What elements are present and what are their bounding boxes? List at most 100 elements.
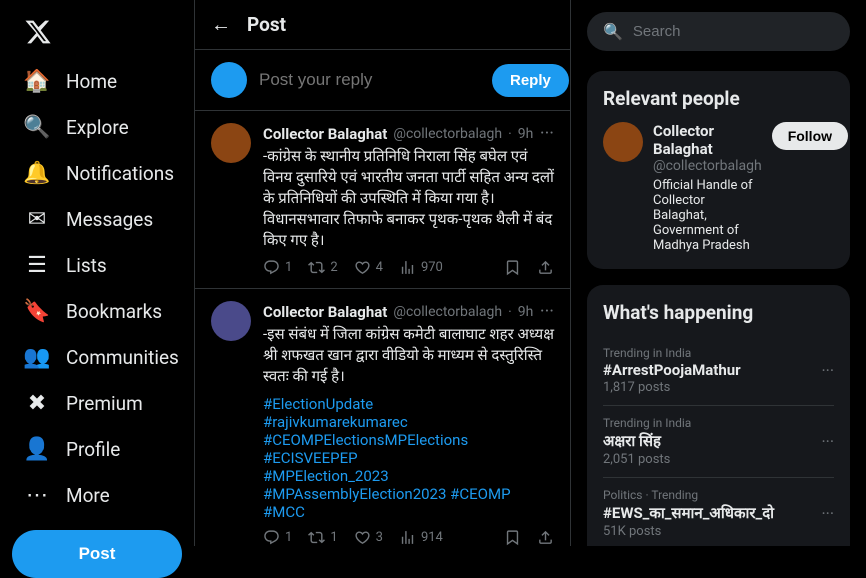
- communities-icon: 👥: [24, 344, 50, 370]
- sidebar-label-premium: Premium: [66, 392, 143, 415]
- search-bar[interactable]: 🔍: [587, 12, 850, 51]
- retweet-action[interactable]: 2: [308, 259, 337, 276]
- like-action[interactable]: 4: [354, 259, 383, 276]
- trend-more-icon[interactable]: ···: [821, 432, 834, 451]
- hashtag[interactable]: #CEOMPElectionsMPElections: [263, 431, 554, 449]
- sidebar-item-more[interactable]: ⋯ More: [12, 472, 182, 518]
- sidebar-item-premium[interactable]: ✖ Premium: [12, 380, 182, 426]
- main-header: ← Post: [195, 0, 570, 50]
- hashtag[interactable]: #rajivkumarekumarec: [263, 413, 554, 431]
- trend-topic: #ArrestPoojaMathur: [603, 361, 741, 379]
- share-action[interactable]: [537, 259, 554, 276]
- trend-item[interactable]: Trending in India #ArrestPoojaMathur 1,8…: [603, 336, 834, 406]
- trend-more-icon[interactable]: ···: [821, 361, 834, 380]
- reply-button[interactable]: Reply: [492, 64, 569, 97]
- sidebar-label-messages: Messages: [66, 208, 153, 231]
- search-input[interactable]: [633, 23, 834, 40]
- tweet-card: Collector Balaghat @collectorbalagh · 9h…: [195, 289, 570, 546]
- tweet-text: -कांग्रेस के स्थानीय प्रतिनिधि निराला सि…: [263, 146, 554, 251]
- sidebar-label-more: More: [66, 484, 110, 507]
- reply-count: 1: [285, 530, 292, 545]
- sidebar-item-messages[interactable]: ✉ Messages: [12, 196, 182, 242]
- tweet-card: Collector Balaghat @collectorbalagh · 9h…: [195, 111, 570, 289]
- trend-content: Politics · Trending #EWS_का_समान_अधिकार_…: [603, 488, 774, 539]
- views-count: 914: [421, 530, 443, 545]
- retweet-action[interactable]: 1: [308, 529, 337, 546]
- reply-box: Reply: [195, 50, 570, 111]
- sidebar-item-profile[interactable]: 👤 Profile: [12, 426, 182, 472]
- sidebar-item-communities[interactable]: 👥 Communities: [12, 334, 182, 380]
- x-logo[interactable]: [12, 8, 182, 54]
- sidebar-nav: 🏠 Home 🔍 Explore 🔔 Notifications ✉ Messa…: [12, 58, 182, 518]
- explore-icon: 🔍: [24, 114, 50, 140]
- tweet-avatar: [211, 301, 251, 341]
- share-action[interactable]: [537, 529, 554, 546]
- views-action[interactable]: 914: [399, 529, 443, 546]
- trend-posts: 1,817 posts: [603, 380, 741, 395]
- reply-action[interactable]: 1: [263, 529, 292, 546]
- bookmark-action[interactable]: [504, 529, 521, 546]
- sidebar-item-bookmarks[interactable]: 🔖 Bookmarks: [12, 288, 182, 334]
- tweet-body: Collector Balaghat @collectorbalagh · 9h…: [263, 123, 554, 276]
- rel-person-bio: Official Handle of Collector Balaghat, G…: [653, 178, 762, 253]
- trend-more-icon[interactable]: ···: [821, 504, 834, 523]
- sidebar-label-communities: Communities: [66, 346, 179, 369]
- lists-icon: ☰: [24, 252, 50, 278]
- tweets-list: Collector Balaghat @collectorbalagh · 9h…: [195, 111, 570, 546]
- views-action[interactable]: 970: [399, 259, 443, 276]
- trend-category: Trending in India: [603, 346, 741, 360]
- sidebar-item-lists[interactable]: ☰ Lists: [12, 242, 182, 288]
- rel-person-info: Collector Balaghat @collectorbalagh Offi…: [653, 122, 762, 253]
- sidebar-item-notifications[interactable]: 🔔 Notifications: [12, 150, 182, 196]
- tweet-user-info: Collector Balaghat @collectorbalagh · 9h: [263, 303, 533, 321]
- trend-item[interactable]: Politics · Trending #EWS_का_समान_अधिकार_…: [603, 478, 834, 546]
- trend-category: Trending in India: [603, 416, 691, 430]
- tweet-header: Collector Balaghat @collectorbalagh · 9h…: [263, 123, 554, 144]
- hashtag[interactable]: #MPElection_2023 #MPAssemblyElection2023…: [263, 467, 554, 521]
- trend-posts: 2,051 posts: [603, 452, 691, 467]
- trend-header: Trending in India अक्षरा सिंह 2,051 post…: [603, 416, 834, 467]
- relevant-people-panel: Relevant people Collector Balaghat @coll…: [587, 71, 850, 269]
- relevant-person: Collector Balaghat @collectorbalagh Offi…: [603, 122, 834, 253]
- tweet-more-button[interactable]: ···: [540, 301, 554, 322]
- tweet-separator: ·: [508, 126, 512, 142]
- trend-header: Politics · Trending #EWS_का_समान_अधिकार_…: [603, 488, 834, 539]
- retweet-count: 1: [330, 530, 337, 545]
- retweet-count: 2: [330, 260, 337, 275]
- trend-topic: अक्षरा सिंह: [603, 431, 691, 451]
- rel-person-name: Collector Balaghat: [653, 122, 762, 158]
- reply-input[interactable]: [259, 70, 480, 90]
- tweet-separator: ·: [508, 304, 512, 320]
- hashtag[interactable]: #ECISVEEPEP: [263, 449, 554, 467]
- like-count: 3: [376, 530, 383, 545]
- sidebar-label-notifications: Notifications: [66, 162, 174, 185]
- tweet-time: 9h: [518, 126, 534, 142]
- trend-content: Trending in India अक्षरा सिंह 2,051 post…: [603, 416, 691, 467]
- sidebar-item-explore[interactable]: 🔍 Explore: [12, 104, 182, 150]
- tweet-time: 9h: [518, 304, 534, 320]
- main-content: ← Post Reply Collector Balaghat @collect…: [195, 0, 571, 546]
- like-action[interactable]: 3: [354, 529, 383, 546]
- follow-button[interactable]: Follow: [772, 122, 848, 150]
- bookmark-action[interactable]: [504, 259, 521, 276]
- sidebar-item-home[interactable]: 🏠 Home: [12, 58, 182, 104]
- reply-action[interactable]: 1: [263, 259, 292, 276]
- right-sidebar: 🔍 Relevant people Collector Balaghat @co…: [571, 0, 866, 546]
- tweet-more-button[interactable]: ···: [540, 123, 554, 144]
- premium-icon: ✖: [24, 390, 50, 416]
- sidebar-label-bookmarks: Bookmarks: [66, 300, 162, 323]
- tweet-actions: 1 2 4 970: [263, 259, 554, 276]
- notifications-icon: 🔔: [24, 160, 50, 186]
- hashtag[interactable]: #ElectionUpdate: [263, 395, 554, 413]
- back-button[interactable]: ←: [211, 12, 231, 37]
- trend-item[interactable]: Trending in India अक्षरा सिंह 2,051 post…: [603, 406, 834, 478]
- tweet-name: Collector Balaghat: [263, 125, 387, 143]
- post-button[interactable]: Post: [12, 530, 182, 578]
- whats-happening-panel: What's happening Trending in India #Arre…: [587, 285, 850, 546]
- tweet-avatar: [211, 123, 251, 163]
- trends-list: Trending in India #ArrestPoojaMathur 1,8…: [603, 336, 834, 546]
- trend-content: Trending in India #ArrestPoojaMathur 1,8…: [603, 346, 741, 395]
- relevant-people-title: Relevant people: [603, 87, 834, 110]
- rel-person-handle: @collectorbalagh: [653, 158, 762, 174]
- profile-icon: 👤: [24, 436, 50, 462]
